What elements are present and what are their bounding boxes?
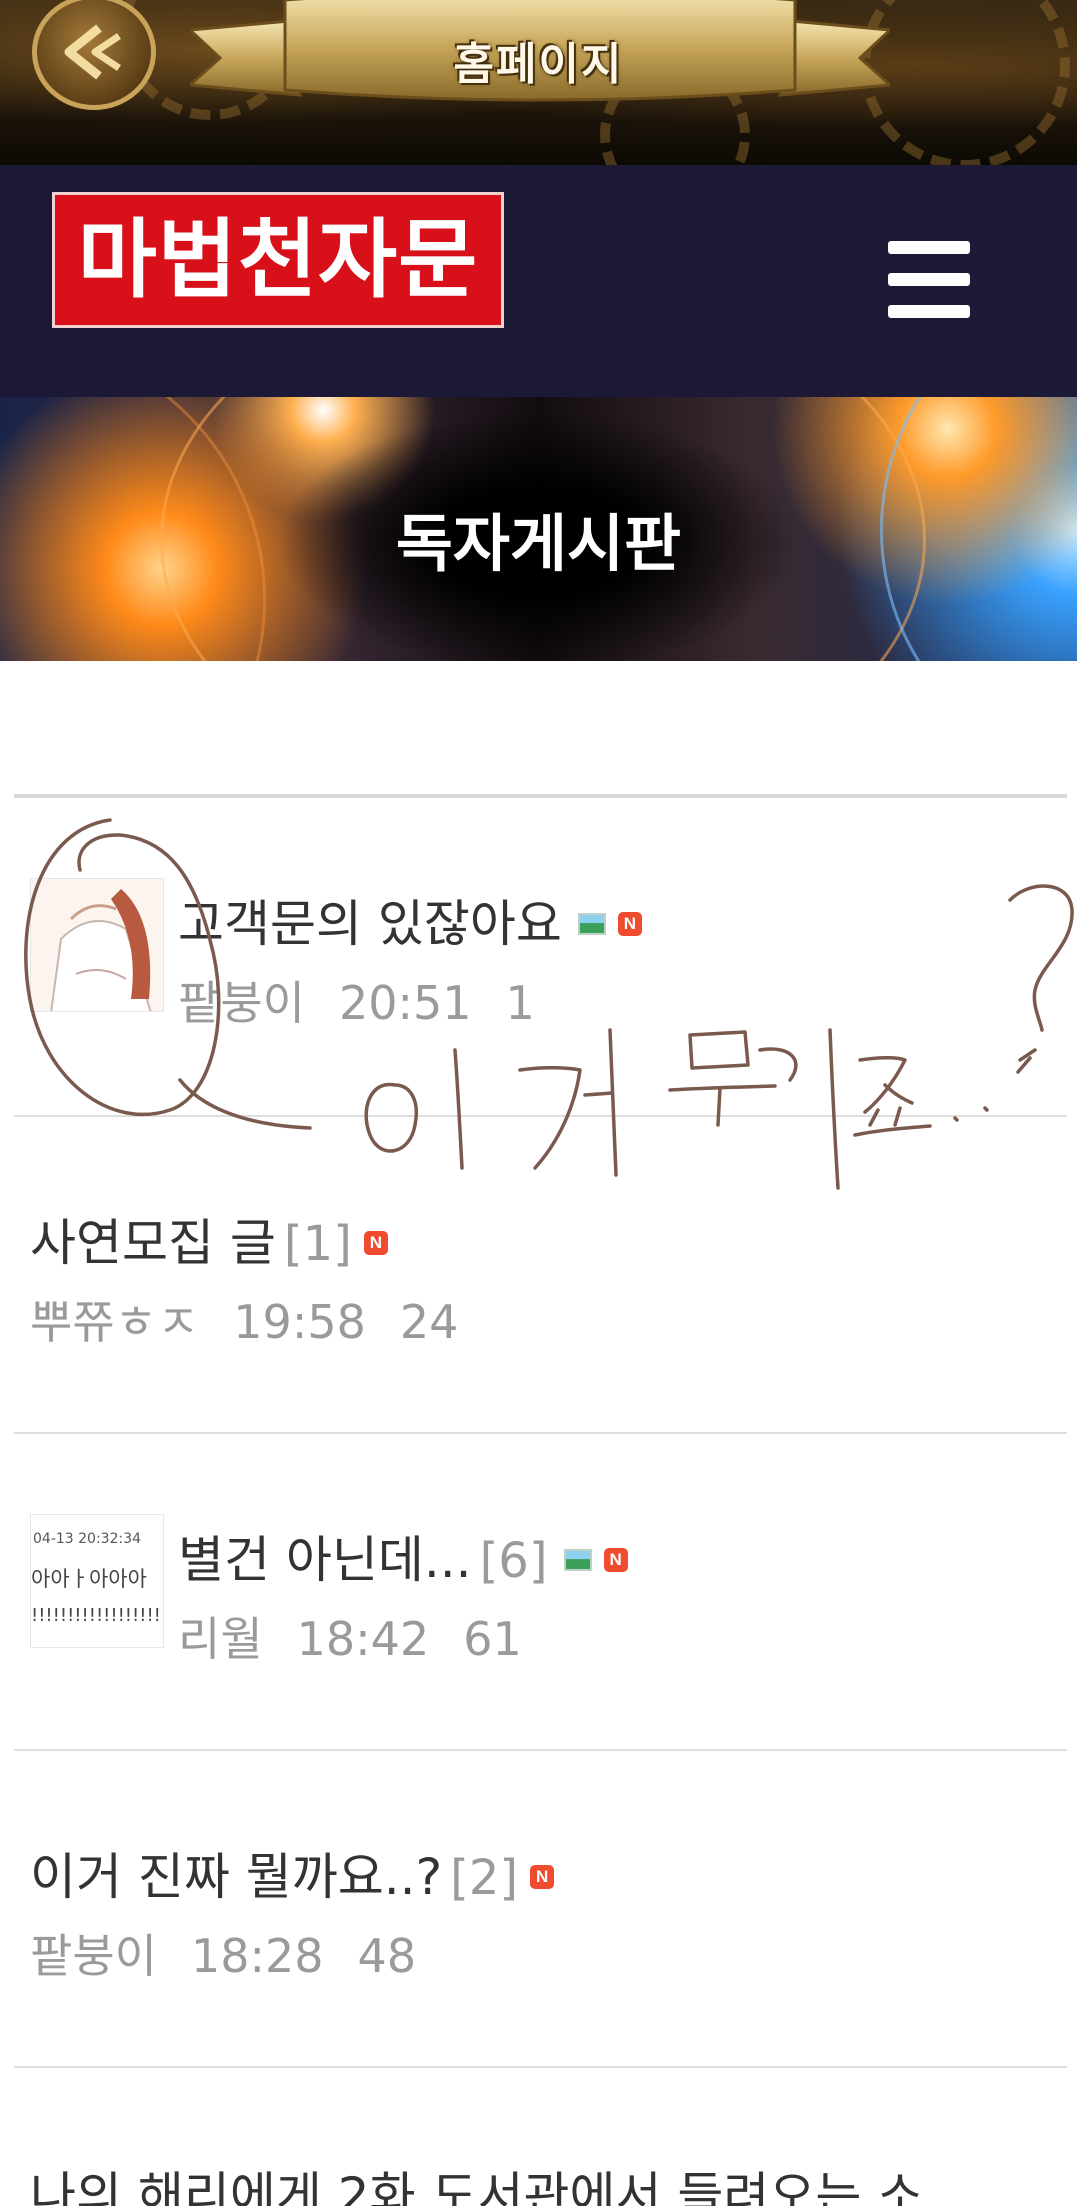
comment-count: [6] [479,1533,548,1589]
post-title[interactable]: 나의 해리에게 2화 도서관에서 들려오는 소 [30,2156,923,2206]
site-header: 마법천자문 [0,165,1077,397]
post-thumbnail[interactable] [30,878,164,1012]
post-author: 팥붕이 [178,976,305,1030]
post-time: 19:58 [233,1295,366,1349]
image-attachment-icon [563,1548,592,1571]
board-title: 독자게시판 [395,510,682,579]
illustration-thumbnail-image [31,879,163,1011]
post-meta: 뿌쮸ㅎㅈ 19:58 24 [30,1286,492,1352]
post-author: 팥붕이 [30,1929,157,1983]
new-badge: N [617,911,642,936]
list-item[interactable]: 고객문의 있잖아요 N 팥붕이 20:51 1 [14,798,1067,1116]
post-views: 1 [505,976,535,1030]
new-badge: N [363,1230,388,1255]
list-item[interactable]: 나의 해리에게 2화 도서관에서 들려오는 소 [14,2068,1067,2206]
post-views: 24 [399,1295,459,1349]
post-title-text: 사연모집 글 [30,1214,276,1272]
post-title-text: 이거 진짜 뭘까요..? [30,1848,443,1906]
post-title-text: 나의 해리에게 2화 도서관에서 들려오는 소 [30,2167,924,2206]
post-title-text: 고객문의 있잖아요 [178,895,562,953]
comment-count: [1] [283,1216,352,1272]
post-title[interactable]: 별건 아닌데... [6] N [178,1520,628,1592]
post-title[interactable]: 이거 진짜 뭘까요..? [2] N [30,1837,555,1909]
app-top-banner: 홈페이지 [0,0,1077,165]
thumbnail-line: 04-13 20:32:34 [33,1531,142,1547]
post-meta: 팥붕이 18:28 48 [30,1920,450,1986]
new-badge: N [603,1547,628,1572]
thumbnail-line: !!!!!!!!!!!!!!!!!!! [31,1605,163,1626]
banner-title: 홈페이지 [453,40,624,89]
thumbnail-line: 아아ㅏ아아아 [31,1567,147,1591]
comment-count: [2] [450,1850,519,1906]
post-time: 18:42 [296,1612,430,1666]
post-author: 리월 [178,1612,263,1666]
list-item[interactable]: 이거 진짜 뭘까요..? [2] N 팥붕이 18:28 48 [14,1751,1067,2067]
post-views: 48 [357,1929,417,1983]
post-thumbnail[interactable]: 04-13 20:32:34 아아ㅏ아아아 !!!!!!!!!!!!!!!!!!… [30,1514,164,1648]
post-title[interactable]: 고객문의 있잖아요 N [178,884,642,956]
list-item[interactable]: 사연모집 글 [1] N 뿌쮸ㅎㅈ 19:58 24 [14,1117,1067,1433]
post-views: 61 [463,1612,522,1666]
image-attachment-icon [577,912,606,935]
new-badge: N [530,1864,555,1889]
hamburger-menu-icon[interactable] [888,241,974,318]
post-title[interactable]: 사연모집 글 [1] N [30,1203,388,1275]
post-author: 뿌쮸ㅎㅈ [30,1295,200,1349]
back-chevron-icon [64,24,121,80]
post-time: 18:28 [190,1929,324,1983]
post-meta: 팥붕이 20:51 1 [178,967,569,1033]
list-item[interactable]: 04-13 20:32:34 아아ㅏ아아아 !!!!!!!!!!!!!!!!!!… [14,1434,1067,1750]
post-meta: 리월 18:42 61 [178,1603,556,1669]
post-title-text: 별건 아닌데... [178,1531,472,1589]
board-hero-banner: 독자게시판 [0,397,1077,661]
post-time: 20:51 [338,976,472,1030]
logo-text: 마법천자문 [77,212,479,308]
site-logo[interactable]: 마법천자문 [52,192,504,328]
back-button[interactable] [32,0,156,110]
